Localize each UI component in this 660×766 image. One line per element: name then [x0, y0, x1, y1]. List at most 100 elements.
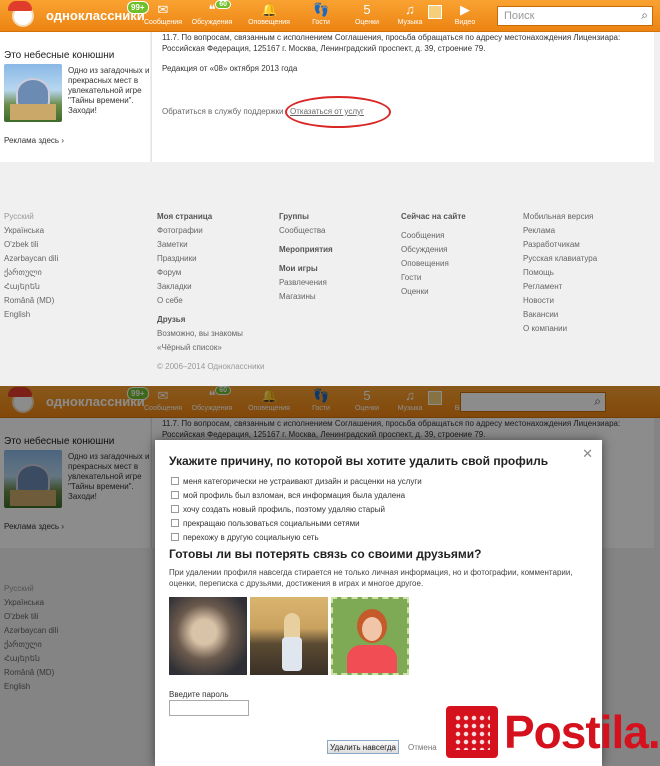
- reason-label: хочу создать новый профиль, поэтому удал…: [183, 505, 385, 514]
- footer-link[interactable]: Обсуждения: [401, 243, 466, 257]
- footer-link[interactable]: Фотографии: [157, 224, 243, 238]
- search-icon[interactable]: ⌕: [641, 8, 648, 23]
- footer-link[interactable]: Заметки: [157, 238, 243, 252]
- footer-link[interactable]: Оценки: [401, 285, 466, 299]
- footer-heading[interactable]: Сейчас на сайте: [401, 210, 466, 224]
- language-item[interactable]: Հայերեն: [4, 280, 58, 294]
- agreement-text-panel: 11.7. По вопросам, связанным с исполнени…: [151, 32, 654, 162]
- reason-checkbox[interactable]: меня категорически не устраивают дизайн …: [171, 477, 422, 486]
- reason-label: меня категорически не устраивают дизайн …: [183, 477, 422, 486]
- nav-label: Гости: [312, 19, 330, 26]
- footer-groups: Группы Сообщества Мероприятия Мои игры Р…: [279, 210, 333, 304]
- language-item[interactable]: English: [4, 308, 58, 322]
- footer-link[interactable]: Русская клавиатура: [523, 252, 597, 266]
- footer-link[interactable]: Разработчикам: [523, 238, 597, 252]
- footer-link[interactable]: Праздники: [157, 252, 243, 266]
- language-item[interactable]: Română (MD): [4, 294, 58, 308]
- language-item[interactable]: ქართული: [4, 266, 58, 280]
- reason-label: прекращаю пользоваться социальными сетям…: [183, 519, 360, 528]
- rating-icon: 5: [363, 2, 371, 17]
- footer-link[interactable]: Регламент: [523, 280, 597, 294]
- friend-photo: [331, 597, 409, 675]
- footer-link[interactable]: Развлечения: [279, 276, 333, 290]
- copyright: © 2006–2014 Одноклассники: [157, 362, 265, 371]
- checkbox[interactable]: [171, 491, 179, 499]
- close-icon[interactable]: ✕: [582, 446, 593, 462]
- friend-photo: [169, 597, 247, 675]
- screen-before: одноклассники 99+ ✉ Сообщения ❝ Обсужден…: [0, 0, 660, 386]
- footer-heading[interactable]: Мероприятия: [279, 243, 333, 257]
- delete-forever-button[interactable]: Удалить навсегда: [327, 740, 399, 754]
- edition-date: Редакция от «08» октября 2013 года: [162, 64, 298, 73]
- postila-watermark: Postila.ru: [446, 696, 660, 766]
- search-input[interactable]: Поиск ⌕: [497, 6, 653, 26]
- nav-label: Сообщения: [144, 19, 182, 26]
- language-item[interactable]: Azərbaycan dili: [4, 252, 58, 266]
- checkbox[interactable]: [171, 477, 179, 485]
- reason-checkbox[interactable]: прекращаю пользоваться социальными сетям…: [171, 519, 360, 528]
- footer-link[interactable]: Закладки: [157, 280, 243, 294]
- reason-checkbox[interactable]: мой профиль был взломан, вся информация …: [171, 491, 405, 500]
- footer-link[interactable]: Оповещения: [401, 257, 466, 271]
- highlight-oval: [285, 96, 391, 128]
- deletion-warning: При удалении профиля навсегда стирается …: [169, 568, 573, 588]
- nav-guests[interactable]: 👣 Гости: [298, 3, 344, 31]
- footer-heading[interactable]: Друзья: [157, 313, 243, 327]
- legal-clause: 11.7. По вопросам, связанным с исполнени…: [162, 33, 621, 53]
- footer-link[interactable]: Возможно, вы знакомы: [157, 327, 243, 341]
- top-navigation-bar: одноклассники 99+ ✉ Сообщения ❝ Обсужден…: [0, 0, 660, 32]
- nav-ratings[interactable]: 5 Оценки: [344, 3, 390, 31]
- password-label: Введите пароль: [169, 690, 229, 699]
- footer-heading[interactable]: Группы: [279, 210, 333, 224]
- footer-link[interactable]: Мобильная версия: [523, 210, 597, 224]
- ad-title[interactable]: Это небесные конюшни: [4, 50, 114, 61]
- language-item[interactable]: Русский: [4, 210, 58, 224]
- cancel-link[interactable]: Отмена: [408, 743, 437, 752]
- footer-link[interactable]: Форум: [157, 266, 243, 280]
- postila-logo-icon: [446, 706, 498, 758]
- ad-text[interactable]: Одно из загадочных и прекрасных мест в у…: [68, 66, 150, 116]
- ad-here-link[interactable]: Реклама здесь ›: [4, 136, 64, 145]
- checkbox[interactable]: [171, 533, 179, 541]
- support-link[interactable]: Обратиться в службу поддержки: [162, 107, 284, 116]
- footer-link[interactable]: Помощь: [523, 266, 597, 280]
- checkbox[interactable]: [171, 519, 179, 527]
- music-player-icon[interactable]: [428, 5, 442, 19]
- nav-discussions[interactable]: ❝ Обсуждения 60: [189, 0, 235, 31]
- checkbox[interactable]: [171, 505, 179, 513]
- friend-photo: [250, 597, 328, 675]
- language-item[interactable]: O'zbek tili: [4, 238, 58, 252]
- footer-link[interactable]: Магазины: [279, 290, 333, 304]
- reason-label: перехожу в другую социальную сеть: [183, 533, 319, 542]
- password-input[interactable]: [169, 700, 249, 716]
- footer-my-page: Моя страница Фотографии Заметки Праздник…: [157, 210, 243, 355]
- footer-link[interactable]: Новости: [523, 294, 597, 308]
- footer-link[interactable]: Сообщества: [279, 224, 333, 238]
- screen-after: одноклассники 99+ ✉ Сообщения ❝ Обсужден…: [0, 386, 660, 766]
- reason-checkbox[interactable]: хочу создать новый профиль, поэтому удал…: [171, 505, 385, 514]
- footer-link[interactable]: Реклама: [523, 224, 597, 238]
- discussions-count-badge: 60: [215, 0, 231, 9]
- footer-misc: Мобильная версия Реклама Разработчикам Р…: [523, 210, 597, 336]
- watermark-text: Postila.ru: [504, 706, 660, 758]
- footer-link[interactable]: Гости: [401, 271, 466, 285]
- footer-languages: Русский Українська O'zbek tili Azərbayca…: [4, 210, 58, 322]
- reason-checkbox[interactable]: перехожу в другую социальную сеть: [171, 533, 319, 542]
- ad-image[interactable]: [4, 64, 62, 122]
- footer-link[interactable]: Вакансии: [523, 308, 597, 322]
- footer-link[interactable]: О компании: [523, 322, 597, 336]
- nav-label: Видео: [454, 19, 476, 26]
- footer-heading[interactable]: Моя страница: [157, 210, 243, 224]
- nav-video[interactable]: ▶ Видео: [442, 3, 488, 31]
- odnoklassniki-logo[interactable]: [2, 1, 40, 31]
- language-item[interactable]: Українська: [4, 224, 58, 238]
- nav-messages[interactable]: ✉ Сообщения: [140, 3, 186, 31]
- footer-heading[interactable]: Мои игры: [279, 262, 333, 276]
- nav-notifications[interactable]: 🔔 Оповещения: [246, 3, 292, 31]
- dialog-title: Укажите причину, по которой вы хотите уд…: [169, 454, 549, 468]
- nav-music[interactable]: ♫ Музыка: [387, 3, 433, 31]
- footer-link[interactable]: «Чёрный список»: [157, 341, 243, 355]
- footer-link[interactable]: Сообщения: [401, 229, 466, 243]
- footer-link[interactable]: О себе: [157, 294, 243, 308]
- footprints-icon: 👣: [313, 2, 330, 17]
